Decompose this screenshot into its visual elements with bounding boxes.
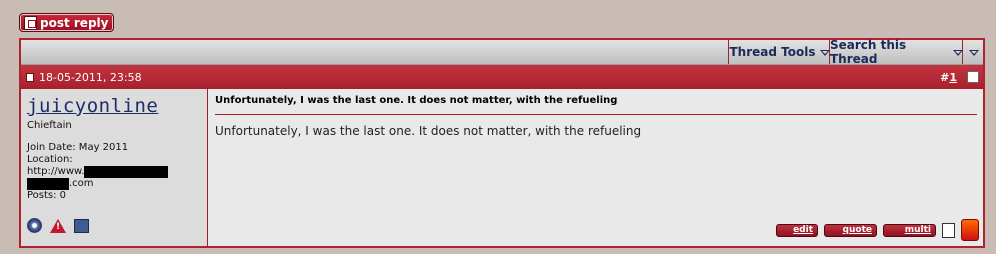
location-prefix: http://www. bbox=[27, 166, 85, 177]
post-title: Unfortunately, I was the last one. It do… bbox=[215, 95, 618, 106]
computer-icon bbox=[74, 218, 89, 233]
post-number-link[interactable]: 1 bbox=[949, 71, 957, 84]
post-body: Unfortunately, I was the last one. It do… bbox=[215, 124, 642, 138]
report-post-icon[interactable] bbox=[961, 219, 979, 241]
reply-icon bbox=[24, 15, 37, 30]
location-line2: .com bbox=[27, 178, 168, 190]
quote-button[interactable]: quote bbox=[824, 223, 877, 237]
thread-tools-label: Thread Tools bbox=[729, 45, 816, 59]
chevron-down-icon bbox=[968, 50, 979, 56]
join-date: Join Date: May 2011 bbox=[27, 142, 129, 153]
post-actions: edit quote multi bbox=[776, 219, 979, 241]
post-reply-button[interactable]: post reply bbox=[19, 13, 114, 32]
display-modes-menu[interactable] bbox=[962, 40, 984, 64]
post-message: Unfortunately, I was the last one. It do… bbox=[208, 89, 983, 246]
redacted-block bbox=[27, 178, 69, 190]
post-select-checkbox[interactable] bbox=[967, 71, 979, 83]
online-status-icon bbox=[27, 218, 42, 233]
location-label: Location: bbox=[27, 154, 73, 165]
username-link[interactable]: juicyonline bbox=[27, 95, 158, 117]
post-count: Posts: 0 bbox=[27, 190, 67, 201]
post-status-icon bbox=[26, 73, 34, 82]
post-divider bbox=[215, 114, 977, 115]
location-suffix: .com bbox=[69, 178, 94, 189]
search-thread-menu[interactable]: Search this Thread bbox=[829, 38, 963, 66]
user-details: Join Date: May 2011 Location: http://www… bbox=[27, 142, 169, 202]
thread-tools-menu[interactable]: Thread Tools bbox=[728, 40, 830, 64]
multi-quote-button[interactable]: multi bbox=[883, 223, 936, 237]
user-info: juicyonline Chieftain Join Date: May 201… bbox=[21, 89, 208, 246]
quick-reply-icon[interactable] bbox=[942, 222, 955, 238]
location-line1: http://www. bbox=[27, 166, 169, 178]
user-title: Chieftain bbox=[27, 120, 72, 131]
post-number-hash: # bbox=[940, 71, 950, 84]
report-warning-icon[interactable] bbox=[50, 218, 66, 233]
search-thread-label: Search this Thread bbox=[830, 38, 907, 66]
chevron-down-icon bbox=[819, 50, 830, 56]
thread-panel: Thread Tools Search this Thread 18-05-20… bbox=[19, 38, 985, 248]
edit-button[interactable]: edit bbox=[776, 223, 818, 237]
post-reply-label: post reply bbox=[40, 15, 109, 30]
post-number[interactable]: #1 bbox=[940, 71, 957, 84]
redacted-block bbox=[84, 166, 169, 178]
post-date: 18-05-2011, 23:58 bbox=[39, 71, 142, 84]
user-icons bbox=[27, 218, 89, 233]
thread-toolbar: Thread Tools Search this Thread bbox=[21, 38, 984, 66]
post-header: 18-05-2011, 23:58 #1 bbox=[21, 65, 983, 89]
